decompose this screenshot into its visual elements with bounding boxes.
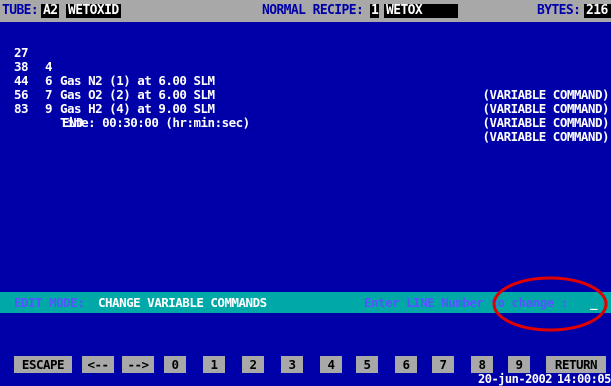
digit-key-4[interactable]: 4 <box>320 356 342 373</box>
digit-key-3[interactable]: 3 <box>281 356 303 373</box>
digit-key-1[interactable]: 1 <box>203 356 225 373</box>
line-description: Gas H2 (4) at 9.00 SLM <box>60 101 215 116</box>
variable-command-tag: (VARIABLE COMMAND) <box>482 129 610 144</box>
digit-key-7[interactable]: 7 <box>432 356 454 373</box>
recipe-line-list: 27 4 Gas N2 (1) at 6.00 SLM (VARIABLE CO… <box>14 32 610 144</box>
edit-mode-label: EDIT MODE: <box>14 295 85 310</box>
recipe-line[interactable]: 44 7 Gas H2 (4) at 9.00 SLM (VARIABLE CO… <box>14 60 610 130</box>
line-description: Time: 00:30:00 (hr:min:sec) <box>60 115 250 130</box>
variable-command-tag: (VARIABLE COMMAND) <box>482 101 610 116</box>
line-number: 83 <box>14 101 29 116</box>
bytes-value: 216 <box>584 4 611 18</box>
highlight-ellipse <box>492 276 608 332</box>
normal-recipe-label: NORMAL RECIPE: <box>262 3 364 18</box>
variable-command-tag: (VARIABLE COMMAND) <box>482 115 610 130</box>
tube-label: TUBE: <box>2 3 39 18</box>
digit-key-0[interactable]: 0 <box>164 356 186 373</box>
recipe-short-name: WETOX <box>384 4 458 18</box>
recipe-line[interactable]: 56 9 Time: 00:30:00 (hr:min:sec) (VARIAB… <box>14 74 610 144</box>
recipe-name: WETOXID <box>66 3 121 18</box>
bytes-label: BYTES: <box>537 3 581 18</box>
digit-key-5[interactable]: 5 <box>356 356 378 373</box>
recipe-line[interactable]: 83 END <box>14 88 609 130</box>
digit-key-2[interactable]: 2 <box>242 356 264 373</box>
digit-key-6[interactable]: 6 <box>395 356 417 373</box>
digit-key-9[interactable]: 9 <box>508 356 530 373</box>
escape-key[interactable]: ESCAPE <box>14 356 72 373</box>
tube-value: A2 <box>41 3 60 18</box>
step-number: 9 <box>44 101 53 116</box>
left-arrow-key[interactable]: <-- <box>82 356 114 373</box>
recipe-line[interactable]: 38 6 Gas O2 (2) at 6.00 SLM (VARIABLE CO… <box>14 46 610 116</box>
digit-key-8[interactable]: 8 <box>471 356 493 373</box>
return-key[interactable]: RETURN <box>546 356 606 373</box>
end-marker: END <box>62 115 84 130</box>
recipe-number: 1 <box>370 3 380 18</box>
right-arrow-key[interactable]: --> <box>122 356 154 373</box>
recipe-line[interactable]: 27 4 Gas N2 (1) at 6.00 SLM (VARIABLE CO… <box>14 32 610 102</box>
edit-mode-value: CHANGE VARIABLE COMMANDS <box>98 295 267 310</box>
